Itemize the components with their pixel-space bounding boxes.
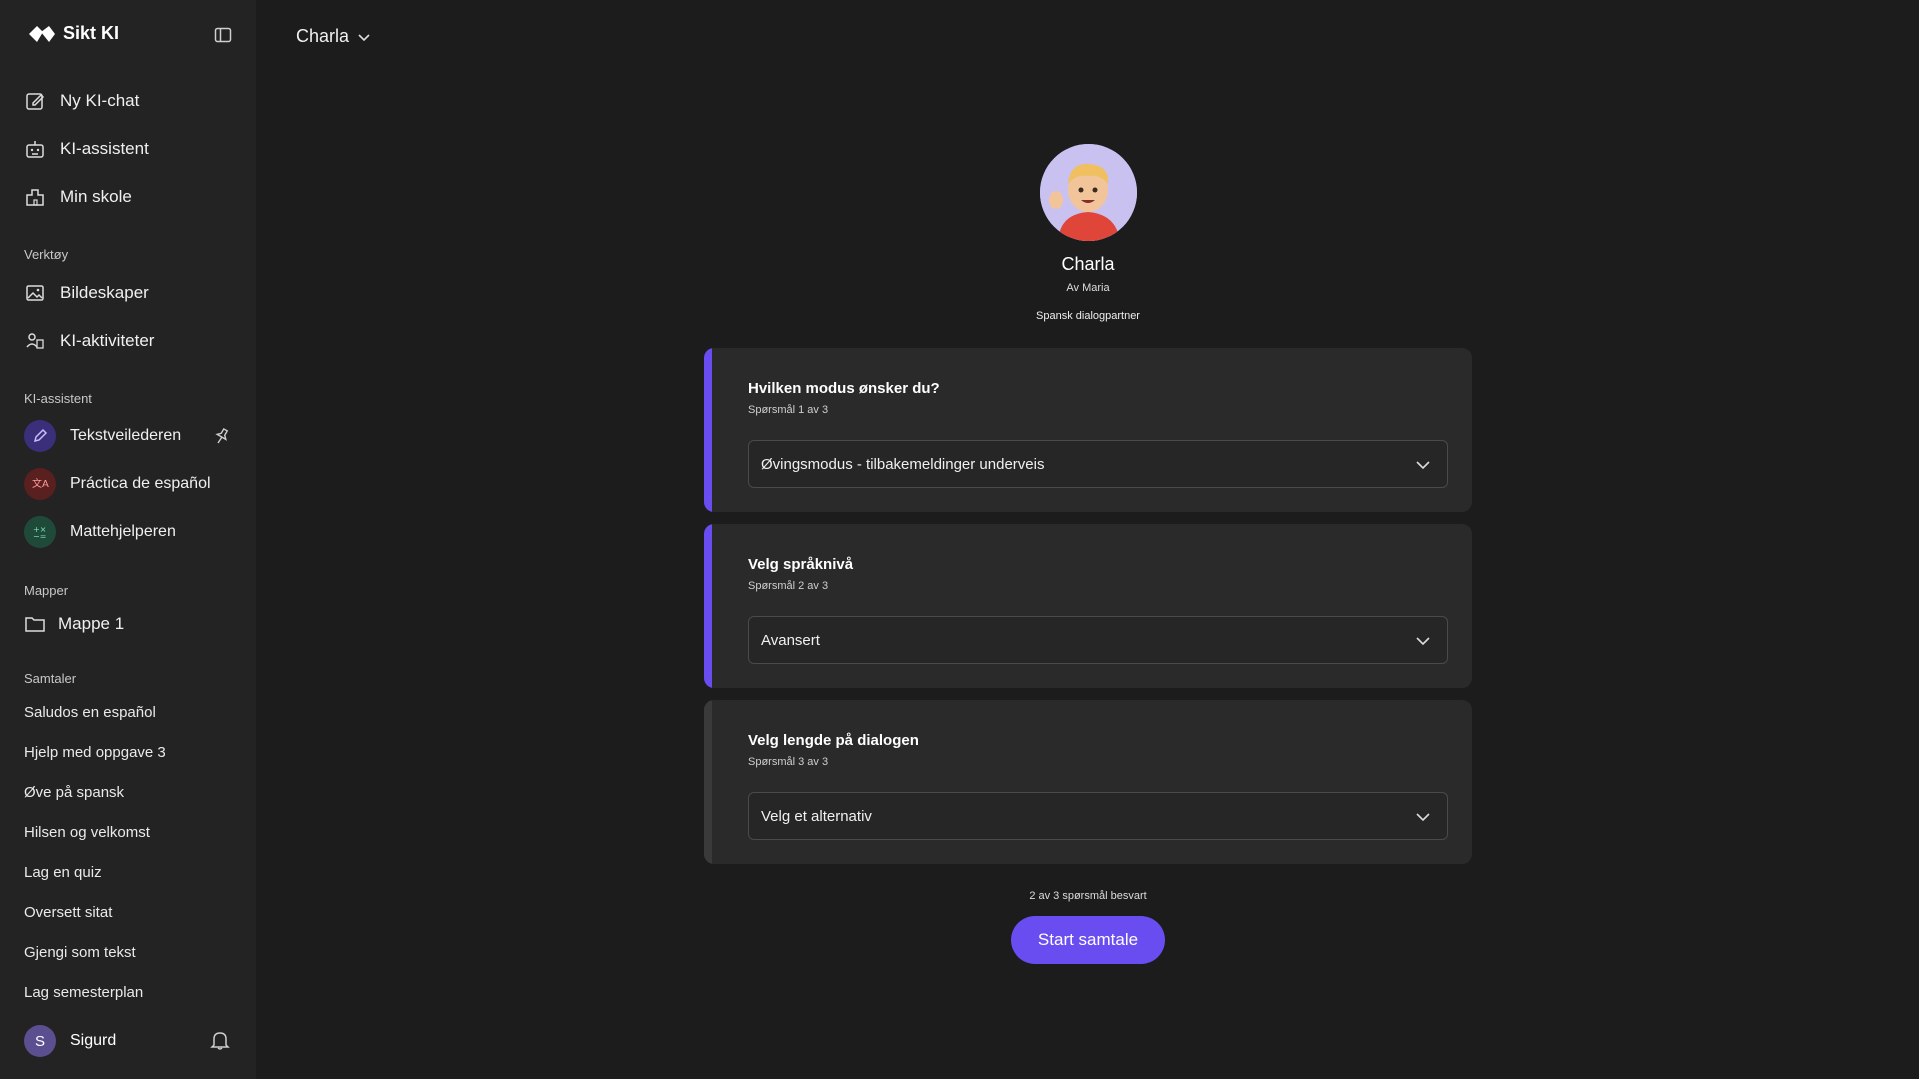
sidebar: Sikt KI Ny KI-chat KI-assistent Min skol… bbox=[0, 0, 256, 1079]
nav-min-skole[interactable]: Min skole bbox=[24, 183, 132, 211]
nav-ki-aktiviteter[interactable]: KI-aktiviteter bbox=[24, 327, 154, 355]
mode-select[interactable]: Øvingsmodus - tilbakemeldinger underveis bbox=[748, 440, 1448, 488]
folder-label: Mappe 1 bbox=[58, 614, 125, 633]
section-folders-label: Mapper bbox=[24, 583, 69, 598]
assistant-author: Av Maria bbox=[1066, 282, 1110, 294]
assistant-name: Charla bbox=[1061, 254, 1115, 274]
brand-logo[interactable]: Sikt KI bbox=[27, 23, 119, 44]
answered-indicator bbox=[704, 524, 712, 688]
sikt-logo-icon bbox=[29, 25, 55, 42]
assistant-label: Mattehjelperen bbox=[70, 523, 176, 540]
avatar: S bbox=[24, 1025, 56, 1057]
conversation-item[interactable]: Saludos en español bbox=[24, 704, 156, 721]
dialog-length-select[interactable]: Velg et alternativ bbox=[748, 792, 1448, 840]
section-conversations-label: Samtaler bbox=[24, 671, 77, 686]
assistant-mattehjelperen[interactable]: +× −= Mattehjelperen bbox=[24, 516, 176, 548]
robot-icon bbox=[26, 141, 44, 158]
folder-mappe-1[interactable]: Mappe 1 bbox=[24, 610, 124, 638]
conversation-item[interactable]: Gjengi som tekst bbox=[24, 944, 136, 961]
edit-icon bbox=[26, 93, 45, 110]
folder-icon bbox=[25, 617, 45, 632]
question-title: Hvilken modus ønsker du? bbox=[748, 380, 940, 397]
svg-text:文A: 文A bbox=[32, 477, 49, 490]
conversation-item[interactable]: Hjelp med oppgave 3 bbox=[24, 744, 166, 761]
character-avatar-icon bbox=[1040, 144, 1137, 241]
conversation-item[interactable]: Lag semesterplan bbox=[24, 984, 143, 1001]
answered-indicator bbox=[704, 348, 712, 512]
bell-icon[interactable] bbox=[209, 1029, 231, 1051]
nav-label: KI-aktiviteter bbox=[60, 331, 155, 350]
pencil-icon bbox=[24, 420, 56, 452]
question-counter: Spørsmål 2 av 3 bbox=[748, 580, 829, 592]
activities-icon bbox=[26, 333, 44, 349]
nav-bildeskaper[interactable]: Bildeskaper bbox=[24, 279, 149, 307]
start-conversation-button[interactable]: Start samtale bbox=[1011, 916, 1165, 964]
question-title: Velg språknivå bbox=[748, 556, 854, 573]
assistant-label: Práctica de español bbox=[70, 475, 211, 492]
conversation-item[interactable]: Oversett sitat bbox=[24, 904, 112, 921]
nav-label: Ny KI-chat bbox=[60, 91, 140, 110]
pin-icon[interactable] bbox=[213, 427, 231, 445]
assistant-tekstveilederen[interactable]: Tekstveilederen bbox=[24, 420, 181, 452]
question-card-3: Velg lengde på dialogen Spørsmål 3 av 3 … bbox=[704, 700, 1472, 864]
chevron-down-icon bbox=[358, 33, 370, 41]
nav-label: KI-assistent bbox=[60, 139, 149, 158]
assistant-selector-label: Charla bbox=[296, 26, 350, 46]
user-name: Sigurd bbox=[70, 1032, 117, 1049]
chevron-down-icon bbox=[1416, 637, 1430, 646]
select-value: Velg et alternativ bbox=[761, 807, 872, 825]
svg-text:−=: −= bbox=[33, 532, 46, 541]
select-value: Avansert bbox=[761, 631, 820, 649]
unanswered-indicator bbox=[704, 700, 712, 864]
conversation-item[interactable]: Øve på spansk bbox=[24, 784, 124, 801]
image-icon bbox=[26, 285, 44, 301]
question-counter: Spørsmål 3 av 3 bbox=[748, 756, 829, 768]
assistant-avatar bbox=[1040, 144, 1137, 241]
conversation-item[interactable]: Lag en quiz bbox=[24, 864, 102, 881]
sidebar-toggle-icon[interactable] bbox=[214, 26, 232, 44]
nav-new-chat[interactable]: Ny KI-chat bbox=[24, 87, 139, 115]
progress-text: 2 av 3 spørsmål besvart bbox=[1029, 890, 1147, 902]
conversation-item[interactable]: Hilsen og velkomst bbox=[24, 824, 150, 841]
select-value: Øvingsmodus - tilbakemeldinger underveis bbox=[761, 455, 1045, 473]
section-tools-label: Verktøy bbox=[24, 247, 69, 262]
assistant-practica-de-espanol[interactable]: 文A Práctica de español bbox=[24, 468, 211, 500]
question-card-1: Hvilken modus ønsker du? Spørsmål 1 av 3… bbox=[704, 348, 1472, 512]
brand-name: Sikt KI bbox=[63, 23, 120, 43]
nav-label: Min skole bbox=[60, 187, 132, 206]
translate-icon: 文A bbox=[24, 468, 56, 500]
school-icon bbox=[26, 189, 44, 206]
question-card-2: Velg språknivå Spørsmål 2 av 3 Avansert bbox=[704, 524, 1472, 688]
nav-label: Bildeskaper bbox=[60, 283, 149, 302]
assistant-label: Tekstveilederen bbox=[70, 427, 182, 444]
nav-ki-assistent[interactable]: KI-assistent bbox=[24, 135, 149, 163]
chevron-down-icon bbox=[1416, 813, 1430, 822]
user-menu[interactable]: S Sigurd bbox=[24, 1025, 116, 1057]
question-title: Velg lengde på dialogen bbox=[748, 732, 919, 749]
assistant-description: Spansk dialogpartner bbox=[1036, 310, 1140, 322]
language-level-select[interactable]: Avansert bbox=[748, 616, 1448, 664]
question-counter: Spørsmål 1 av 3 bbox=[748, 404, 829, 416]
math-icon: +× −= bbox=[24, 516, 56, 548]
chevron-down-icon bbox=[1416, 461, 1430, 470]
section-assistants-label: KI-assistent bbox=[24, 391, 92, 406]
assistant-selector[interactable]: Charla bbox=[296, 26, 371, 47]
